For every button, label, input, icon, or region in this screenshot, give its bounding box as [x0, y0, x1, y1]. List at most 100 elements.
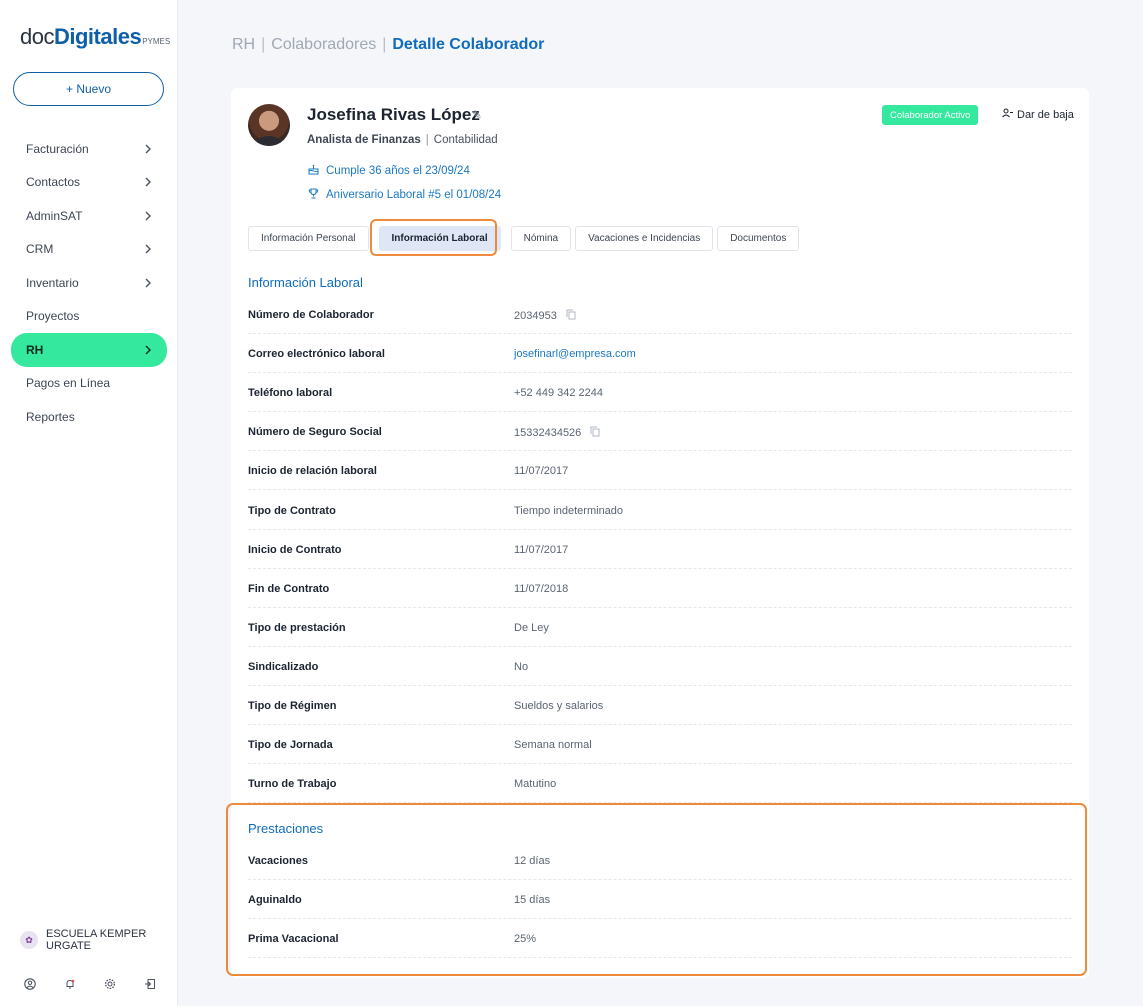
- chevron-right-icon: [144, 208, 152, 224]
- sidebar-item-label: Reportes: [26, 409, 75, 424]
- trophy-icon: [307, 188, 319, 202]
- sidebar-item-label: Contactos: [26, 175, 81, 190]
- info-row-value-text: 11/07/2017: [514, 543, 569, 556]
- info-row-value: Semana normal: [514, 739, 592, 751]
- tab-documentos[interactable]: Documentos: [717, 226, 800, 251]
- info-row-label: Número de Colaborador: [248, 309, 374, 321]
- breadcrumb-separator: |: [382, 36, 387, 53]
- sidebar-item-label: RH: [26, 342, 44, 357]
- sidebar-item-inventario[interactable]: Inventario: [0, 266, 178, 300]
- user-icon[interactable]: [22, 976, 38, 992]
- info-row-value-text: 11/07/2017: [514, 465, 569, 478]
- info-row-label: Tipo de Jornada: [248, 739, 333, 752]
- chevron-right-icon: [144, 241, 152, 257]
- role-separator: |: [425, 134, 429, 146]
- sidebar-item-adminsat[interactable]: AdminSAT: [0, 199, 178, 233]
- info-row-value-text: No: [514, 660, 529, 673]
- breadcrumb-current: Detalle Colaborador: [392, 36, 545, 53]
- email-link[interactable]: josefinarl@empresa.com: [514, 348, 636, 360]
- status-badge: Colaborador Activo: [882, 105, 979, 125]
- info-row-value-text: Semana normal: [514, 739, 592, 752]
- sidebar-item-label: Pagos en Línea: [26, 376, 111, 391]
- info-row-value-text: Sueldos y salarios: [514, 700, 604, 712]
- info-row-label: Tipo de Régimen: [248, 700, 337, 712]
- breadcrumb-colaboradores[interactable]: Colaboradores: [271, 36, 376, 53]
- tab-nómina[interactable]: Nómina: [510, 226, 572, 251]
- copy-icon[interactable]: [566, 309, 576, 323]
- info-row: Sindicalizado No: [248, 647, 1072, 686]
- breadcrumb: RH | Colaboradores | Detalle Colaborador: [232, 36, 544, 54]
- sidebar-item-label: CRM: [26, 242, 54, 257]
- info-row: Tipo de Contrato Tiempo indeterminado: [248, 491, 1072, 530]
- sidebar-item-crm[interactable]: CRM: [0, 233, 178, 267]
- info-row: Inicio de Contrato 11/07/2017: [248, 530, 1072, 569]
- info-row-label: Número de Seguro Social: [248, 426, 382, 439]
- info-row: Tipo de Régimen Sueldos y salarios: [248, 686, 1072, 725]
- info-row-value: +52 449 342 2244: [514, 387, 603, 399]
- info-row-label: Sindicalizado: [248, 660, 319, 673]
- info-row-value: Sueldos y salarios: [514, 700, 603, 712]
- info-row: Turno de Trabajo Matutino: [248, 764, 1072, 804]
- info-row: Fin de Contrato 11/07/2018: [248, 569, 1072, 608]
- cake-icon: [307, 164, 319, 178]
- sidebar-item-reportes[interactable]: Reportes: [0, 400, 178, 434]
- info-row-value: 11/07/2017: [514, 465, 568, 477]
- laboral-section-title: Información Laboral: [248, 275, 363, 290]
- employee-role-line: Analista de Finanzas | Contabilidad: [307, 134, 498, 146]
- logo[interactable]: docDigitalesPYMES: [20, 24, 170, 50]
- info-row-value: De Ley: [514, 622, 549, 634]
- info-row-value-text: Tiempo indeterminado: [514, 504, 624, 517]
- tab-highlight-annotation: [370, 219, 497, 256]
- pencil-icon[interactable]: ✎: [472, 108, 482, 122]
- info-row-value-text: Matutino: [514, 778, 557, 791]
- sidebar: docDigitalesPYMES + Nuevo Facturación Con…: [0, 0, 178, 1006]
- sidebar-item-proyectos[interactable]: Proyectos: [0, 300, 178, 334]
- bell-icon[interactable]: [62, 976, 78, 992]
- anniversary-line: Aniversario Laboral #5 el 01/08/24: [307, 188, 501, 202]
- sidebar-item-facturación[interactable]: Facturación: [0, 132, 178, 166]
- logo-text-digitales: Digitales: [53, 24, 142, 49]
- sidebar-item-rh[interactable]: RH: [11, 333, 167, 367]
- sidebar-item-label: Proyectos: [26, 309, 80, 324]
- new-button[interactable]: + Nuevo: [13, 72, 164, 106]
- remove-user-icon: [1002, 108, 1013, 121]
- info-row-value-text: De Ley: [514, 621, 549, 634]
- company-name-line1: ESCUELA KEMPER: [46, 928, 147, 940]
- chevron-right-icon: [144, 174, 152, 190]
- info-row-value: 15332434526: [514, 426, 600, 440]
- info-row-value: No: [514, 661, 528, 673]
- dar-de-baja-button[interactable]: Dar de baja: [1002, 108, 1074, 121]
- avatar: [248, 104, 290, 146]
- sidebar-nav: Facturación Contactos AdminSAT CRM Inventari…: [0, 132, 178, 434]
- info-row: Número de Colaborador 2034953: [248, 295, 1072, 334]
- info-row-value-text: 11/07/2018: [514, 582, 569, 595]
- info-row: Inicio de relación laboral 11/07/2017: [248, 451, 1072, 491]
- info-row-value: Matutino: [514, 778, 556, 790]
- info-row-label: Fin de Contrato: [248, 582, 330, 595]
- employee-name: Josefina Rivas López: [307, 105, 480, 124]
- birthday-line: Cumple 36 años el 23/09/24: [307, 164, 470, 178]
- tab-información-personal[interactable]: Información Personal: [248, 226, 369, 251]
- info-row-label: Turno de Trabajo: [248, 778, 337, 791]
- detail-tabs: Información Personal Información Laboral N…: [248, 226, 803, 251]
- gear-icon[interactable]: [102, 976, 118, 992]
- employee-role: Analista de Finanzas: [307, 134, 421, 146]
- info-row-value-text: 2034953: [514, 310, 557, 322]
- breadcrumb-rh[interactable]: RH: [232, 36, 255, 53]
- sidebar-item-pagos-en-línea[interactable]: Pagos en Línea: [0, 367, 178, 401]
- logo-text-pymes: PYMES: [142, 37, 171, 46]
- info-row-value: 11/07/2018: [514, 583, 568, 595]
- company-switcher[interactable]: ✿ ESCUELA KEMPER URGATE: [20, 928, 146, 952]
- employee-department: Contabilidad: [433, 134, 498, 146]
- company-logo-icon: ✿: [20, 931, 38, 949]
- prestaciones-highlight-annotation: [226, 803, 1087, 976]
- tab-vacaciones-e-incidencias[interactable]: Vacaciones e Incidencias: [575, 226, 714, 251]
- info-row: Tipo de Jornada Semana normal: [248, 725, 1072, 765]
- info-row-label: Tipo de Contrato: [248, 504, 336, 517]
- logout-icon[interactable]: [142, 976, 158, 992]
- dar-de-baja-label: Dar de baja: [1017, 108, 1074, 121]
- breadcrumb-separator: |: [261, 36, 266, 53]
- sidebar-item-contactos[interactable]: Contactos: [0, 166, 178, 200]
- copy-icon[interactable]: [590, 426, 600, 440]
- info-row-value: 2034953: [514, 309, 576, 323]
